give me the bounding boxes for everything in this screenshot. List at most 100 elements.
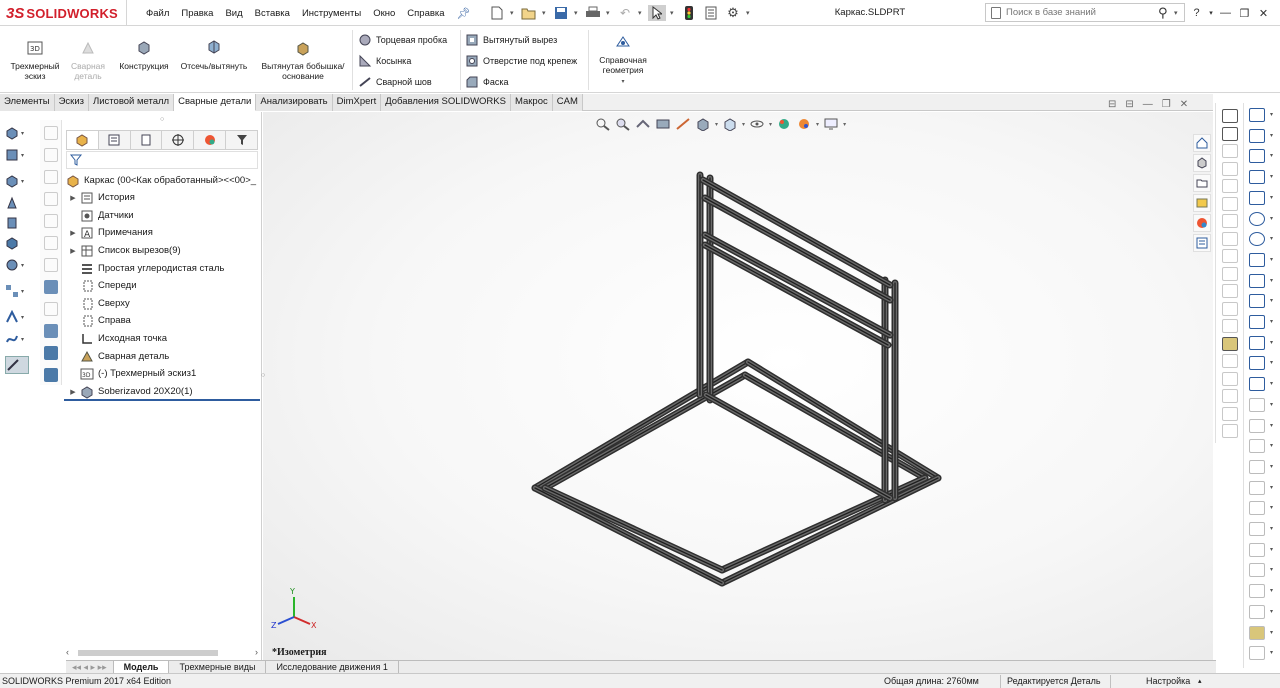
search-input[interactable]: Поиск в базе знаний ⚲ ▾ (985, 3, 1185, 22)
spline-icon[interactable] (1249, 252, 1265, 267)
appearances-icon[interactable] (1193, 214, 1211, 232)
chevron-down-icon[interactable]: ▾ (1270, 629, 1273, 636)
tree-filter-input[interactable] (66, 151, 258, 169)
chevron-down-icon[interactable]: ▾ (1270, 256, 1273, 263)
file-properties-icon[interactable] (702, 5, 720, 21)
tree-item-origin[interactable]: Исходная точка (66, 330, 167, 347)
frame-member[interactable] (705, 394, 891, 499)
horizontal-scrollbar[interactable]: ‹ › (66, 646, 258, 660)
frame-member[interactable] (721, 477, 939, 584)
expand-arrow-icon[interactable]: ▶ (66, 247, 80, 255)
arc-icon[interactable] (1249, 232, 1265, 247)
fillet-icon[interactable] (1222, 266, 1238, 281)
minimize-button[interactable]: — (1217, 7, 1234, 19)
collapse-right-icon[interactable]: ⊟ (1125, 99, 1133, 110)
mirror-icon[interactable] (1222, 406, 1238, 421)
close-button[interactable]: ✕ (1255, 7, 1272, 20)
menu-tools[interactable]: Инструменты (296, 8, 367, 19)
weldment-frame-model[interactable]: Y X Z (263, 112, 1213, 660)
repair-icon[interactable] (1249, 584, 1265, 599)
extend-icon[interactable] (1249, 459, 1265, 474)
tree-item-material[interactable]: Простая углеродистая сталь (66, 260, 224, 277)
rail-tool[interactable] (5, 214, 29, 232)
rectangle-icon[interactable] (1249, 170, 1265, 185)
weldment-button[interactable]: Сварная деталь (66, 39, 110, 81)
chevron-down-icon[interactable]: ▾ (574, 9, 580, 17)
tool-icon[interactable] (44, 368, 58, 382)
tree-root[interactable]: Каркас (00<Как обработанный><<00>_ (66, 172, 256, 189)
sketch-settings-icon[interactable] (1249, 646, 1265, 661)
save-icon[interactable] (552, 5, 570, 21)
chevron-down-icon[interactable]: ▾ (1270, 318, 1273, 325)
chevron-down-icon[interactable]: ▾ (1270, 587, 1273, 594)
resources-icon[interactable] (1193, 154, 1211, 172)
chevron-down-icon[interactable]: ▾ (1270, 380, 1273, 387)
chevron-down-icon[interactable]: ▾ (1270, 608, 1273, 615)
tree-item-top-plane[interactable]: Сверху (66, 295, 130, 312)
gear-icon[interactable]: ⚙ (724, 5, 742, 21)
custom-properties-icon[interactable] (1193, 234, 1211, 252)
chevron-down-icon[interactable]: ▾ (1270, 277, 1273, 284)
tab-weldments[interactable]: Сварные детали (174, 94, 257, 111)
extruded-boss-button[interactable]: Вытянутая бобышка/основание (258, 39, 348, 81)
chevron-down-icon[interactable]: ▾ (843, 121, 846, 128)
centerline-icon[interactable] (1222, 336, 1238, 351)
rail-tool[interactable]: ▾ (5, 124, 29, 142)
minimize-button[interactable]: — (1143, 99, 1153, 110)
point-icon[interactable] (1222, 319, 1238, 333)
collapse-left-icon[interactable]: ⊟ (1108, 99, 1116, 110)
scroll-thumb[interactable] (78, 650, 218, 656)
chevron-down-icon[interactable]: ▾ (638, 9, 644, 17)
sketch-rectangle-icon[interactable] (1249, 108, 1265, 122)
chevron-down-icon[interactable]: ▾ (1270, 339, 1273, 346)
chevron-down-icon[interactable]: ▾ (1270, 235, 1273, 242)
point-icon[interactable] (1249, 356, 1265, 371)
help-icon[interactable]: ? (1188, 7, 1205, 19)
tab-addins[interactable]: Добавления SOLIDWORKS (381, 94, 511, 111)
graphics-area[interactable]: Y X Z (263, 112, 1213, 660)
ellipse-icon[interactable] (1249, 273, 1265, 288)
rail-tool[interactable]: ▾ (5, 308, 29, 326)
text-icon[interactable] (1222, 301, 1238, 316)
undo-icon[interactable]: ↶ (616, 5, 634, 21)
tree-item-3d-sketch[interactable]: 3D (-) Трехмерный эскиз1 (66, 365, 196, 382)
chevron-down-icon[interactable]: ▾ (746, 9, 752, 17)
chevron-down-icon[interactable]: ▾ (1270, 442, 1273, 449)
previous-view-icon[interactable] (635, 117, 651, 131)
circle-icon[interactable] (1222, 179, 1238, 193)
chevron-down-icon[interactable]: ▾ (1270, 484, 1273, 491)
tab-sketch[interactable]: Эскиз (54, 94, 89, 111)
chevron-down-icon[interactable]: ▾ (592, 77, 654, 87)
chevron-down-icon[interactable]: ▾ (1174, 9, 1184, 17)
offset-icon[interactable] (1222, 389, 1238, 403)
move-icon[interactable] (1249, 480, 1265, 495)
display-style-icon[interactable] (722, 117, 738, 131)
tree-item-cut-list[interactable]: ▶ Список вырезов(9) (66, 242, 181, 259)
frame-member[interactable] (704, 244, 889, 346)
trim-extend-button[interactable]: Отсечь/вытянуть (176, 39, 252, 71)
menu-window[interactable]: Окно (367, 8, 401, 19)
frame-member[interactable] (544, 374, 746, 489)
weld-bead-button[interactable]: Сварной шов (358, 73, 432, 91)
scale-icon[interactable] (1249, 522, 1265, 536)
end-cap-button[interactable]: Торцевая пробка (358, 31, 447, 49)
chevron-down-icon[interactable]: ▾ (1270, 173, 1273, 180)
rapid-sketch-icon[interactable] (1249, 604, 1265, 619)
search-icon[interactable]: ⚲ (1158, 5, 1174, 21)
frame-member[interactable] (534, 361, 749, 489)
rectangle-icon[interactable] (1222, 144, 1238, 158)
chevron-down-icon[interactable]: ▾ (1270, 215, 1273, 222)
chevron-down-icon[interactable]: ▾ (542, 9, 548, 17)
relations-icon[interactable] (1249, 563, 1265, 578)
select-cursor-icon[interactable] (648, 5, 666, 21)
chevron-down-icon[interactable]: ▾ (742, 121, 745, 128)
tree-item-right-plane[interactable]: Справа (66, 312, 131, 329)
expand-arrow-icon[interactable]: ▶ (66, 388, 80, 396)
slot-icon[interactable] (1249, 190, 1265, 205)
expand-arrow-icon[interactable]: ▶ (66, 194, 80, 202)
trim-icon[interactable] (1249, 439, 1265, 454)
chevron-down-icon[interactable]: ▾ (1207, 9, 1215, 17)
chamfer-icon[interactable] (1222, 284, 1238, 298)
configurationmanager-tab[interactable] (131, 131, 163, 149)
tab-evaluate[interactable]: Анализировать (256, 94, 333, 111)
